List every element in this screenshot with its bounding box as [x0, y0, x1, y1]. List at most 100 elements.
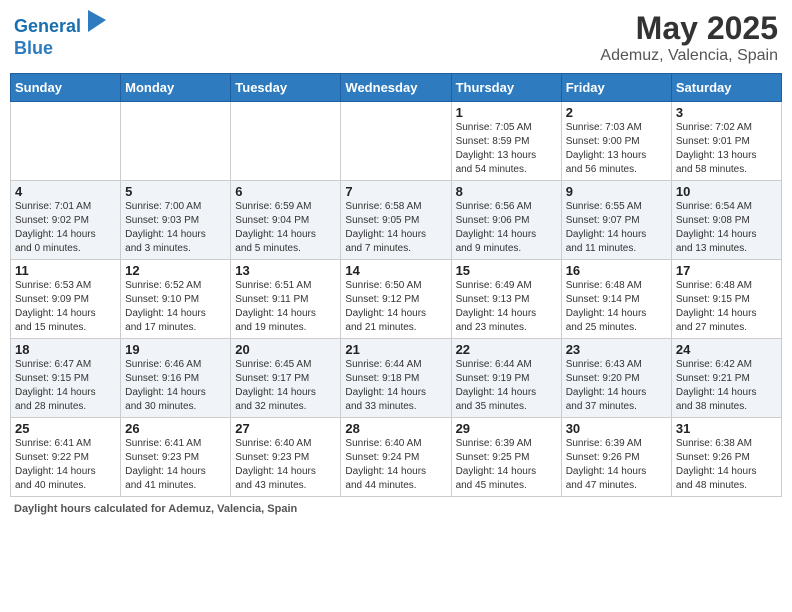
day-info: Sunrise: 7:05 AM Sunset: 8:59 PM Dayligh… [456, 121, 557, 177]
logo-general: General [14, 16, 81, 36]
day-number: 28 [345, 421, 446, 436]
day-number: 10 [676, 184, 777, 199]
day-number: 25 [15, 421, 116, 436]
day-number: 22 [456, 342, 557, 357]
day-info: Sunrise: 6:44 AM Sunset: 9:18 PM Dayligh… [345, 358, 446, 414]
day-info: Sunrise: 6:48 AM Sunset: 9:14 PM Dayligh… [566, 279, 667, 335]
day-number: 26 [125, 421, 226, 436]
day-header-wednesday: Wednesday [341, 74, 451, 102]
calendar-cell: 26Sunrise: 6:41 AM Sunset: 9:23 PM Dayli… [121, 418, 231, 497]
day-header-thursday: Thursday [451, 74, 561, 102]
calendar-cell: 22Sunrise: 6:44 AM Sunset: 9:19 PM Dayli… [451, 339, 561, 418]
calendar-week-row: 11Sunrise: 6:53 AM Sunset: 9:09 PM Dayli… [11, 260, 782, 339]
day-info: Sunrise: 6:59 AM Sunset: 9:04 PM Dayligh… [235, 200, 336, 256]
calendar-cell: 5Sunrise: 7:00 AM Sunset: 9:03 PM Daylig… [121, 181, 231, 260]
calendar-week-row: 25Sunrise: 6:41 AM Sunset: 9:22 PM Dayli… [11, 418, 782, 497]
day-info: Sunrise: 6:38 AM Sunset: 9:26 PM Dayligh… [676, 437, 777, 493]
day-info: Sunrise: 7:00 AM Sunset: 9:03 PM Dayligh… [125, 200, 226, 256]
day-number: 11 [15, 263, 116, 278]
day-number: 15 [456, 263, 557, 278]
day-number: 24 [676, 342, 777, 357]
calendar-cell: 17Sunrise: 6:48 AM Sunset: 9:15 PM Dayli… [671, 260, 781, 339]
day-info: Sunrise: 6:43 AM Sunset: 9:20 PM Dayligh… [566, 358, 667, 414]
title-area: May 2025 Ademuz, Valencia, Spain [600, 10, 778, 65]
day-info: Sunrise: 6:47 AM Sunset: 9:15 PM Dayligh… [15, 358, 116, 414]
calendar-cell: 13Sunrise: 6:51 AM Sunset: 9:11 PM Dayli… [231, 260, 341, 339]
day-number: 7 [345, 184, 446, 199]
day-header-tuesday: Tuesday [231, 74, 341, 102]
day-number: 21 [345, 342, 446, 357]
day-info: Sunrise: 6:52 AM Sunset: 9:10 PM Dayligh… [125, 279, 226, 335]
day-number: 13 [235, 263, 336, 278]
day-number: 20 [235, 342, 336, 357]
calendar-week-row: 18Sunrise: 6:47 AM Sunset: 9:15 PM Dayli… [11, 339, 782, 418]
day-number: 4 [15, 184, 116, 199]
day-info: Sunrise: 6:50 AM Sunset: 9:12 PM Dayligh… [345, 279, 446, 335]
day-number: 30 [566, 421, 667, 436]
calendar-cell: 12Sunrise: 6:52 AM Sunset: 9:10 PM Dayli… [121, 260, 231, 339]
day-number: 31 [676, 421, 777, 436]
logo: General Blue [14, 10, 106, 59]
day-header-friday: Friday [561, 74, 671, 102]
day-info: Sunrise: 6:51 AM Sunset: 9:11 PM Dayligh… [235, 279, 336, 335]
day-info: Sunrise: 6:55 AM Sunset: 9:07 PM Dayligh… [566, 200, 667, 256]
calendar-cell: 8Sunrise: 6:56 AM Sunset: 9:06 PM Daylig… [451, 181, 561, 260]
day-info: Sunrise: 6:41 AM Sunset: 9:22 PM Dayligh… [15, 437, 116, 493]
day-number: 12 [125, 263, 226, 278]
calendar-cell: 11Sunrise: 6:53 AM Sunset: 9:09 PM Dayli… [11, 260, 121, 339]
calendar-cell: 18Sunrise: 6:47 AM Sunset: 9:15 PM Dayli… [11, 339, 121, 418]
day-number: 1 [456, 105, 557, 120]
calendar-cell: 14Sunrise: 6:50 AM Sunset: 9:12 PM Dayli… [341, 260, 451, 339]
footer: Daylight hours calculated for Ademuz, Va… [10, 503, 782, 515]
page-subtitle: Ademuz, Valencia, Spain [600, 47, 778, 65]
calendar-week-row: 4Sunrise: 7:01 AM Sunset: 9:02 PM Daylig… [11, 181, 782, 260]
day-number: 16 [566, 263, 667, 278]
calendar-cell: 1Sunrise: 7:05 AM Sunset: 8:59 PM Daylig… [451, 102, 561, 181]
footer-location: Ademuz, Valencia, Spain [168, 503, 297, 515]
calendar-cell: 28Sunrise: 6:40 AM Sunset: 9:24 PM Dayli… [341, 418, 451, 497]
calendar-cell: 31Sunrise: 6:38 AM Sunset: 9:26 PM Dayli… [671, 418, 781, 497]
calendar-cell: 24Sunrise: 6:42 AM Sunset: 9:21 PM Dayli… [671, 339, 781, 418]
day-info: Sunrise: 6:49 AM Sunset: 9:13 PM Dayligh… [456, 279, 557, 335]
day-info: Sunrise: 6:40 AM Sunset: 9:24 PM Dayligh… [345, 437, 446, 493]
calendar-cell: 25Sunrise: 6:41 AM Sunset: 9:22 PM Dayli… [11, 418, 121, 497]
calendar-cell: 6Sunrise: 6:59 AM Sunset: 9:04 PM Daylig… [231, 181, 341, 260]
day-info: Sunrise: 6:40 AM Sunset: 9:23 PM Dayligh… [235, 437, 336, 493]
calendar-cell: 15Sunrise: 6:49 AM Sunset: 9:13 PM Dayli… [451, 260, 561, 339]
day-info: Sunrise: 6:54 AM Sunset: 9:08 PM Dayligh… [676, 200, 777, 256]
day-info: Sunrise: 6:53 AM Sunset: 9:09 PM Dayligh… [15, 279, 116, 335]
calendar-cell: 21Sunrise: 6:44 AM Sunset: 9:18 PM Dayli… [341, 339, 451, 418]
day-number: 2 [566, 105, 667, 120]
day-number: 14 [345, 263, 446, 278]
day-number: 6 [235, 184, 336, 199]
day-info: Sunrise: 6:39 AM Sunset: 9:25 PM Dayligh… [456, 437, 557, 493]
calendar-cell: 27Sunrise: 6:40 AM Sunset: 9:23 PM Dayli… [231, 418, 341, 497]
day-info: Sunrise: 6:48 AM Sunset: 9:15 PM Dayligh… [676, 279, 777, 335]
calendar-cell: 30Sunrise: 6:39 AM Sunset: 9:26 PM Dayli… [561, 418, 671, 497]
day-number: 27 [235, 421, 336, 436]
calendar-cell [231, 102, 341, 181]
day-info: Sunrise: 6:44 AM Sunset: 9:19 PM Dayligh… [456, 358, 557, 414]
day-info: Sunrise: 7:03 AM Sunset: 9:00 PM Dayligh… [566, 121, 667, 177]
calendar-cell: 20Sunrise: 6:45 AM Sunset: 9:17 PM Dayli… [231, 339, 341, 418]
day-info: Sunrise: 6:41 AM Sunset: 9:23 PM Dayligh… [125, 437, 226, 493]
calendar-cell [341, 102, 451, 181]
day-header-sunday: Sunday [11, 74, 121, 102]
logo-text: General [14, 10, 106, 38]
calendar-cell: 3Sunrise: 7:02 AM Sunset: 9:01 PM Daylig… [671, 102, 781, 181]
day-info: Sunrise: 6:39 AM Sunset: 9:26 PM Dayligh… [566, 437, 667, 493]
day-number: 8 [456, 184, 557, 199]
calendar-cell: 9Sunrise: 6:55 AM Sunset: 9:07 PM Daylig… [561, 181, 671, 260]
calendar-cell: 4Sunrise: 7:01 AM Sunset: 9:02 PM Daylig… [11, 181, 121, 260]
calendar-cell: 16Sunrise: 6:48 AM Sunset: 9:14 PM Dayli… [561, 260, 671, 339]
day-header-saturday: Saturday [671, 74, 781, 102]
calendar-cell: 23Sunrise: 6:43 AM Sunset: 9:20 PM Dayli… [561, 339, 671, 418]
day-number: 5 [125, 184, 226, 199]
day-number: 18 [15, 342, 116, 357]
day-info: Sunrise: 7:01 AM Sunset: 9:02 PM Dayligh… [15, 200, 116, 256]
calendar-cell: 29Sunrise: 6:39 AM Sunset: 9:25 PM Dayli… [451, 418, 561, 497]
day-info: Sunrise: 6:45 AM Sunset: 9:17 PM Dayligh… [235, 358, 336, 414]
day-info: Sunrise: 6:56 AM Sunset: 9:06 PM Dayligh… [456, 200, 557, 256]
calendar-week-row: 1Sunrise: 7:05 AM Sunset: 8:59 PM Daylig… [11, 102, 782, 181]
page-title: May 2025 [600, 10, 778, 47]
